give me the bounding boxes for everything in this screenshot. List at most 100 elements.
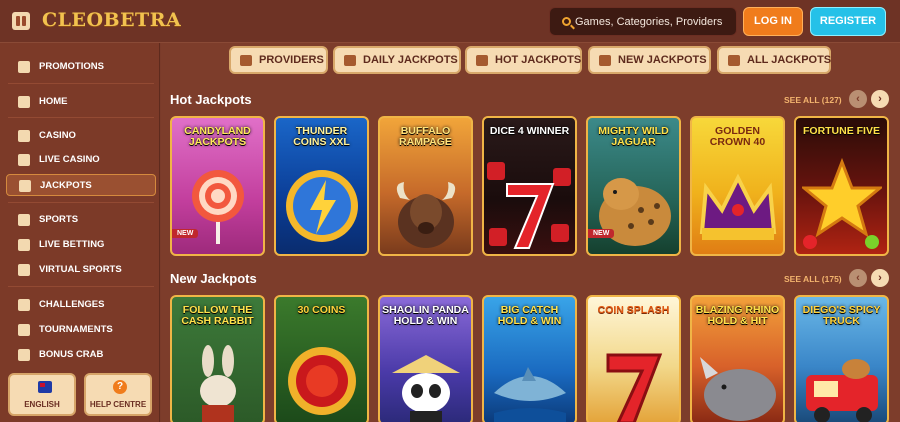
- game-tile[interactable]: DICE 4 WINNER: [482, 116, 577, 256]
- sidebar-item-home[interactable]: HOME: [6, 91, 156, 113]
- section-title-new: New Jackpots: [170, 271, 257, 286]
- sidebar-item-promotions[interactable]: PROMOTIONS: [6, 56, 156, 78]
- sidebar-item-label: CASINO: [39, 130, 76, 141]
- language-label: ENGLISH: [24, 400, 60, 409]
- game-tile[interactable]: BIG CATCH HOLD & WIN: [482, 295, 577, 422]
- tab-hot-jackpots[interactable]: HOT JACKPOTS: [465, 46, 582, 74]
- see-all-hot-link[interactable]: SEE ALL (127): [784, 95, 842, 105]
- live-icon: [18, 239, 30, 251]
- divider: [8, 286, 154, 287]
- food-truck-icon: [805, 359, 878, 422]
- game-tile[interactable]: BLAZING RHINO HOLD & HIT: [690, 295, 785, 422]
- game-title: FOLLOW THE CASH RABBIT: [181, 304, 254, 327]
- sidebar-item-label: LIVE BETTING: [39, 239, 105, 250]
- top-bar: CLEOBETRA LOG IN REGISTER: [0, 0, 900, 43]
- see-all-new-link[interactable]: SEE ALL (175): [784, 274, 842, 284]
- sidebar-item-casino[interactable]: CASINO: [6, 125, 156, 147]
- sidebar: PROMOTIONS HOME CASINO LIVE CASINO JACKP…: [0, 43, 160, 422]
- game-title: 30 COINS: [297, 304, 346, 316]
- sidebar-item-label: JACKPOTS: [40, 180, 92, 191]
- game-title: COIN SPLASH: [597, 304, 670, 316]
- flame-icon: [476, 55, 488, 66]
- tab-label: HOT JACKPOTS: [495, 54, 582, 66]
- medal-icon: [18, 299, 30, 311]
- game-tile[interactable]: FORTUNE FIVE: [794, 116, 889, 256]
- crab-icon: [18, 349, 30, 361]
- virtual-icon: [18, 264, 30, 276]
- tab-label: NEW JACKPOTS: [618, 54, 707, 66]
- tab-all-jackpots[interactable]: ALL JACKPOTS: [717, 46, 831, 74]
- sidebar-item-label: SPORTS: [39, 214, 79, 225]
- scroll-right-arrow-icon[interactable]: ›: [871, 90, 889, 108]
- game-tile[interactable]: MIGHTY WILD JAGUAR NEW: [586, 116, 681, 256]
- game-title: GOLDEN CROWN 40: [709, 125, 766, 148]
- game-title: FORTUNE FIVE: [802, 125, 880, 137]
- register-button[interactable]: REGISTER: [810, 7, 886, 36]
- sidebar-item-sports[interactable]: SPORTS: [6, 209, 156, 231]
- sidebar-item-tournaments[interactable]: TOURNAMENTS: [6, 319, 156, 341]
- search-input[interactable]: [575, 8, 735, 35]
- game-tile[interactable]: SHAOLIN PANDA HOLD & WIN: [378, 295, 473, 422]
- sidebar-item-label: PROMOTIONS: [39, 61, 104, 72]
- football-icon: [18, 214, 30, 226]
- help-label: HELP CENTRE: [89, 400, 147, 409]
- game-tile[interactable]: GOLDEN CROWN 40: [690, 116, 785, 256]
- trophy-icon: [18, 324, 30, 336]
- menu-toggle-icon[interactable]: [12, 12, 30, 30]
- game-tile[interactable]: THUNDER COINS XXL: [274, 116, 369, 256]
- game-title: DIEGO'S SPICY TRUCK: [802, 304, 881, 327]
- search-icon: [562, 17, 571, 26]
- game-title: BUFFALO RAMPAGE: [399, 125, 452, 148]
- sidebar-item-bonus-crab[interactable]: BONUS CRAB: [6, 344, 156, 366]
- game-tile[interactable]: COIN SPLASH: [586, 295, 681, 422]
- search-box[interactable]: [549, 7, 737, 36]
- bell-icon: [599, 55, 611, 66]
- panda-icon: [391, 355, 460, 422]
- new-badge: NEW: [588, 229, 615, 238]
- game-title: DICE 4 WINNER: [489, 125, 570, 137]
- tab-new-jackpots[interactable]: NEW JACKPOTS: [588, 46, 711, 74]
- sidebar-item-virtual-sports[interactable]: VIRTUAL SPORTS: [6, 259, 156, 281]
- providers-icon: [240, 55, 252, 66]
- divider: [8, 117, 154, 118]
- tab-providers[interactable]: PROVIDERS: [229, 46, 328, 74]
- scroll-right-arrow-icon[interactable]: ›: [871, 269, 889, 287]
- sidebar-item-challenges[interactable]: CHALLENGES: [6, 294, 156, 316]
- star-icon: [801, 157, 882, 249]
- site-logo[interactable]: CLEOBETRA: [42, 9, 181, 31]
- sidebar-item-jackpots[interactable]: JACKPOTS: [6, 174, 156, 196]
- game-tile[interactable]: 30 COINS: [274, 295, 369, 422]
- game-title: SHAOLIN PANDA HOLD & WIN: [382, 304, 469, 327]
- game-tile[interactable]: DIEGO'S SPICY TRUCK: [794, 295, 889, 422]
- scroll-left-arrow-icon[interactable]: ‹: [849, 269, 867, 287]
- shark-icon: [493, 367, 566, 422]
- scroll-left-arrow-icon[interactable]: ‹: [849, 90, 867, 108]
- login-button[interactable]: LOG IN: [743, 7, 803, 36]
- sidebar-item-label: BONUS CRAB: [39, 349, 104, 360]
- game-tile[interactable]: CANDYLAND JACKPOTS NEW: [170, 116, 265, 256]
- register-label: REGISTER: [819, 15, 877, 27]
- help-icon: ?: [113, 380, 127, 394]
- sidebar-item-label: CHALLENGES: [39, 299, 105, 310]
- game-tile[interactable]: BUFFALO RAMPAGE: [378, 116, 473, 256]
- game-tile[interactable]: FOLLOW THE CASH RABBIT: [170, 295, 265, 422]
- coins-icon: [728, 55, 740, 66]
- sidebar-item-label: LIVE CASINO: [39, 154, 100, 165]
- help-centre-button[interactable]: ? HELP CENTRE: [84, 373, 152, 416]
- game-title: THUNDER COINS XXL: [293, 125, 350, 148]
- crown-icon: [699, 173, 776, 240]
- coin-icon: [287, 347, 356, 415]
- sidebar-item-live-casino[interactable]: LIVE CASINO: [6, 149, 156, 171]
- flag-icon: [38, 381, 52, 393]
- rabbit-icon: [199, 345, 236, 422]
- tab-label: PROVIDERS: [259, 54, 324, 66]
- gift-icon: [18, 61, 30, 73]
- section-title-hot: Hot Jackpots: [170, 92, 252, 107]
- game-title: BLAZING RHINO HOLD & HIT: [695, 304, 780, 327]
- slot-icon: [18, 130, 30, 142]
- tab-daily-jackpots[interactable]: DAILY JACKPOTS: [333, 46, 461, 74]
- sidebar-item-live-betting[interactable]: LIVE BETTING: [6, 234, 156, 256]
- buffalo-icon: [396, 182, 455, 248]
- main-content: PROVIDERS DAILY JACKPOTS HOT JACKPOTS NE…: [161, 43, 900, 422]
- language-selector[interactable]: ENGLISH: [8, 373, 76, 416]
